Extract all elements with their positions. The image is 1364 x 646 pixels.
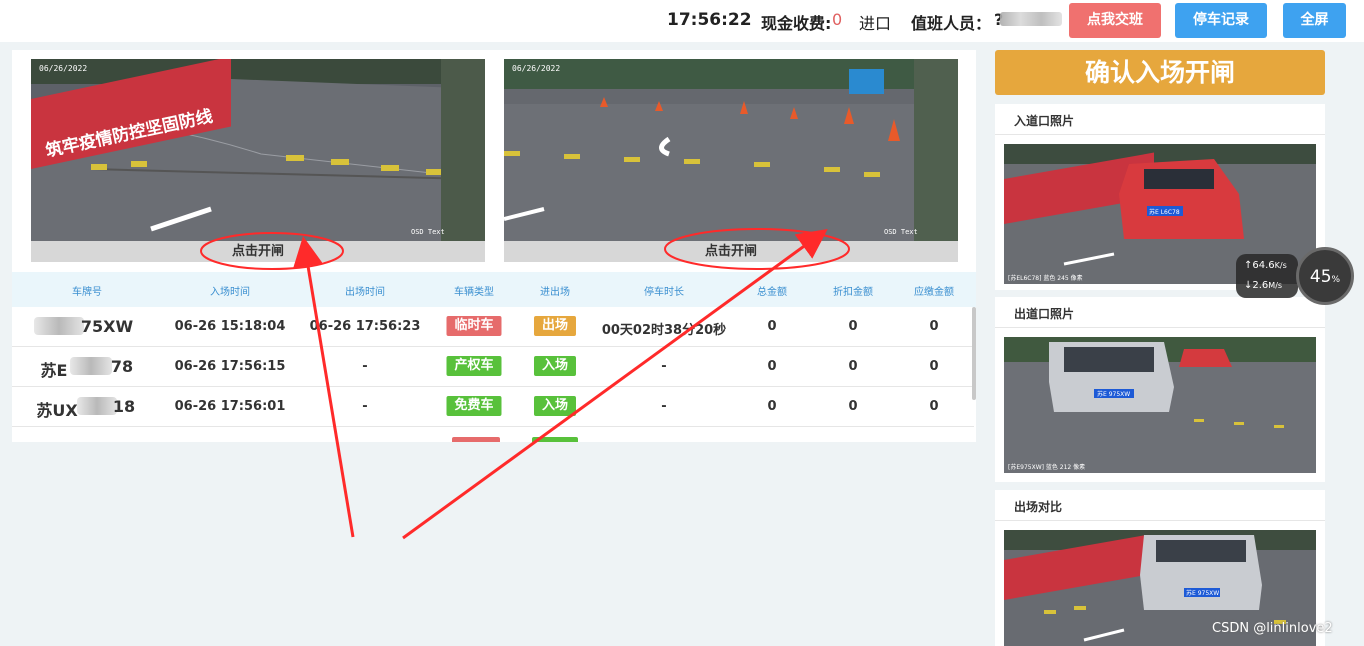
svg-text:[苏E975XW] 蓝色 212 像素: [苏E975XW] 蓝色 212 像素	[1008, 463, 1085, 471]
col-due: 应缴金额	[914, 287, 954, 298]
cash-label: 现金收费:	[761, 14, 832, 33]
svg-text:OSD Text: OSD Text	[884, 228, 918, 236]
due-amount: 0	[929, 399, 939, 414]
clock: 17:56:22	[667, 10, 752, 30]
plate-prefix: 苏UX	[36, 401, 78, 420]
svg-text:[苏EL6C78] 蓝色 245 像素: [苏EL6C78] 蓝色 245 像素	[1008, 274, 1083, 282]
table-row[interactable]: 苏UX 18 06-26 17:56:01 - 免费车 入场 - 0 0 0	[12, 387, 974, 427]
camera-feed-2: 06/26/2022 OSD Text	[504, 59, 958, 241]
plate-prefix: 苏E	[40, 361, 68, 380]
exit-time: 06-26 17:56:23	[309, 319, 421, 334]
redacted-plate	[34, 317, 84, 335]
exit-photo: 苏E 975XW [苏E975XW] 蓝色 212 像素	[1004, 337, 1316, 473]
col-in-out: 进出场	[540, 287, 570, 298]
svg-text:06/26/2022: 06/26/2022	[512, 64, 560, 73]
vehicle-type-badge: 免费车	[446, 396, 502, 416]
upload-speed: ↑64.6K/s	[1244, 260, 1287, 271]
vehicle-type-badge	[452, 437, 500, 442]
shift-handover-button[interactable]: 点我交班	[1069, 3, 1161, 38]
lane-direction: 进口	[859, 14, 892, 33]
in-out-badge: 出场	[533, 316, 577, 336]
entry-time: 06-26 15:18:04	[174, 319, 286, 334]
svg-text:苏E L6C78: 苏E L6C78	[1149, 208, 1180, 216]
top-bar: 17:56:22 现金收费: 0 进口 值班人员： ? 点我交班 停车记录 全屏	[0, 0, 1364, 42]
compare-title: 出场对比	[1014, 500, 1063, 514]
open-gate-button-2[interactable]: 点击开闸	[504, 241, 958, 262]
svg-text:OSD Text: OSD Text	[411, 228, 445, 236]
svg-text:苏E 975XW: 苏E 975XW	[1097, 390, 1130, 398]
entry-time: 06-26 17:56:01	[174, 399, 286, 414]
svg-text:06/26/2022: 06/26/2022	[39, 64, 87, 73]
in-out-badge: 入场	[533, 356, 577, 376]
table-row[interactable]: 75XW 06-26 15:18:04 06-26 17:56:23 临时车 出…	[12, 307, 974, 347]
due-amount: 0	[929, 319, 939, 334]
plate-number: 75XW	[80, 317, 134, 336]
col-discount: 折扣金额	[833, 287, 873, 298]
exit-time: -	[362, 399, 368, 414]
col-duration: 停车时长	[644, 287, 684, 298]
parking-records-button[interactable]: 停车记录	[1175, 3, 1267, 38]
entry-photo-title: 入道口照片	[1014, 114, 1075, 128]
parking-duration: -	[661, 399, 667, 414]
due-amount: 0	[929, 359, 939, 374]
discount-amount: 0	[848, 319, 858, 334]
vehicle-type-badge: 临时车	[446, 316, 502, 336]
table-row[interactable]: 苏E 78 06-26 17:56:15 - 产权车 入场 - 0 0 0	[12, 347, 974, 387]
col-exit-time: 出场时间	[345, 287, 385, 298]
exit-photo-card: 出道口照片 苏E 975XW [苏E975XW] 蓝色 212 像素	[995, 297, 1325, 482]
col-plate: 车牌号	[72, 287, 102, 298]
records-table-header: 车牌号 入场时间 出场时间 车辆类型 进出场 停车时长 总金额 折扣金额 应缴金…	[12, 272, 976, 307]
redacted-plate	[70, 357, 112, 375]
camera-feed-1: 06/26/2022 OSD Text 筑牢疫情防控坚固防线	[31, 59, 485, 241]
open-gate-button-1[interactable]: 点击开闸	[31, 241, 485, 262]
in-out-badge	[532, 437, 578, 442]
confirm-entry-open-gate-button[interactable]: 确认入场开闸	[995, 50, 1325, 95]
table-row-partial	[12, 427, 974, 442]
parking-duration: 00天02时38分20秒	[601, 323, 727, 338]
discount-amount: 0	[848, 399, 858, 414]
cpu-usage-gauge[interactable]: 45%	[1296, 247, 1354, 305]
table-scrollbar[interactable]	[972, 307, 976, 400]
network-speed-widget[interactable]: ↑64.6K/s ↓2.6M/s	[1236, 254, 1298, 298]
redacted-plate	[77, 397, 117, 415]
fullscreen-button[interactable]: 全屏	[1283, 3, 1346, 38]
in-out-badge: 入场	[533, 396, 577, 416]
total-amount: 0	[767, 399, 777, 414]
plate-number: 78	[110, 357, 134, 376]
col-total: 总金额	[757, 287, 787, 298]
exit-time: -	[362, 359, 368, 374]
total-amount: 0	[767, 319, 777, 334]
discount-amount: 0	[848, 359, 858, 374]
col-entry-time: 入场时间	[210, 287, 250, 298]
svg-text:苏E 975XW: 苏E 975XW	[1186, 589, 1219, 597]
redacted-name	[1000, 12, 1062, 26]
vehicle-type-badge: 产权车	[446, 356, 502, 376]
duty-label: 值班人员：	[911, 14, 992, 33]
download-speed: ↓2.6M/s	[1244, 280, 1283, 291]
exit-photo-title: 出道口照片	[1014, 307, 1075, 321]
entry-time: 06-26 17:56:15	[174, 359, 286, 374]
cash-value: 0	[832, 10, 843, 29]
parking-duration: -	[661, 359, 667, 374]
plate-number: 18	[112, 397, 136, 416]
watermark: CSDN @linlinlove2	[1212, 621, 1333, 636]
total-amount: 0	[767, 359, 777, 374]
col-vehicle-type: 车辆类型	[454, 287, 494, 298]
